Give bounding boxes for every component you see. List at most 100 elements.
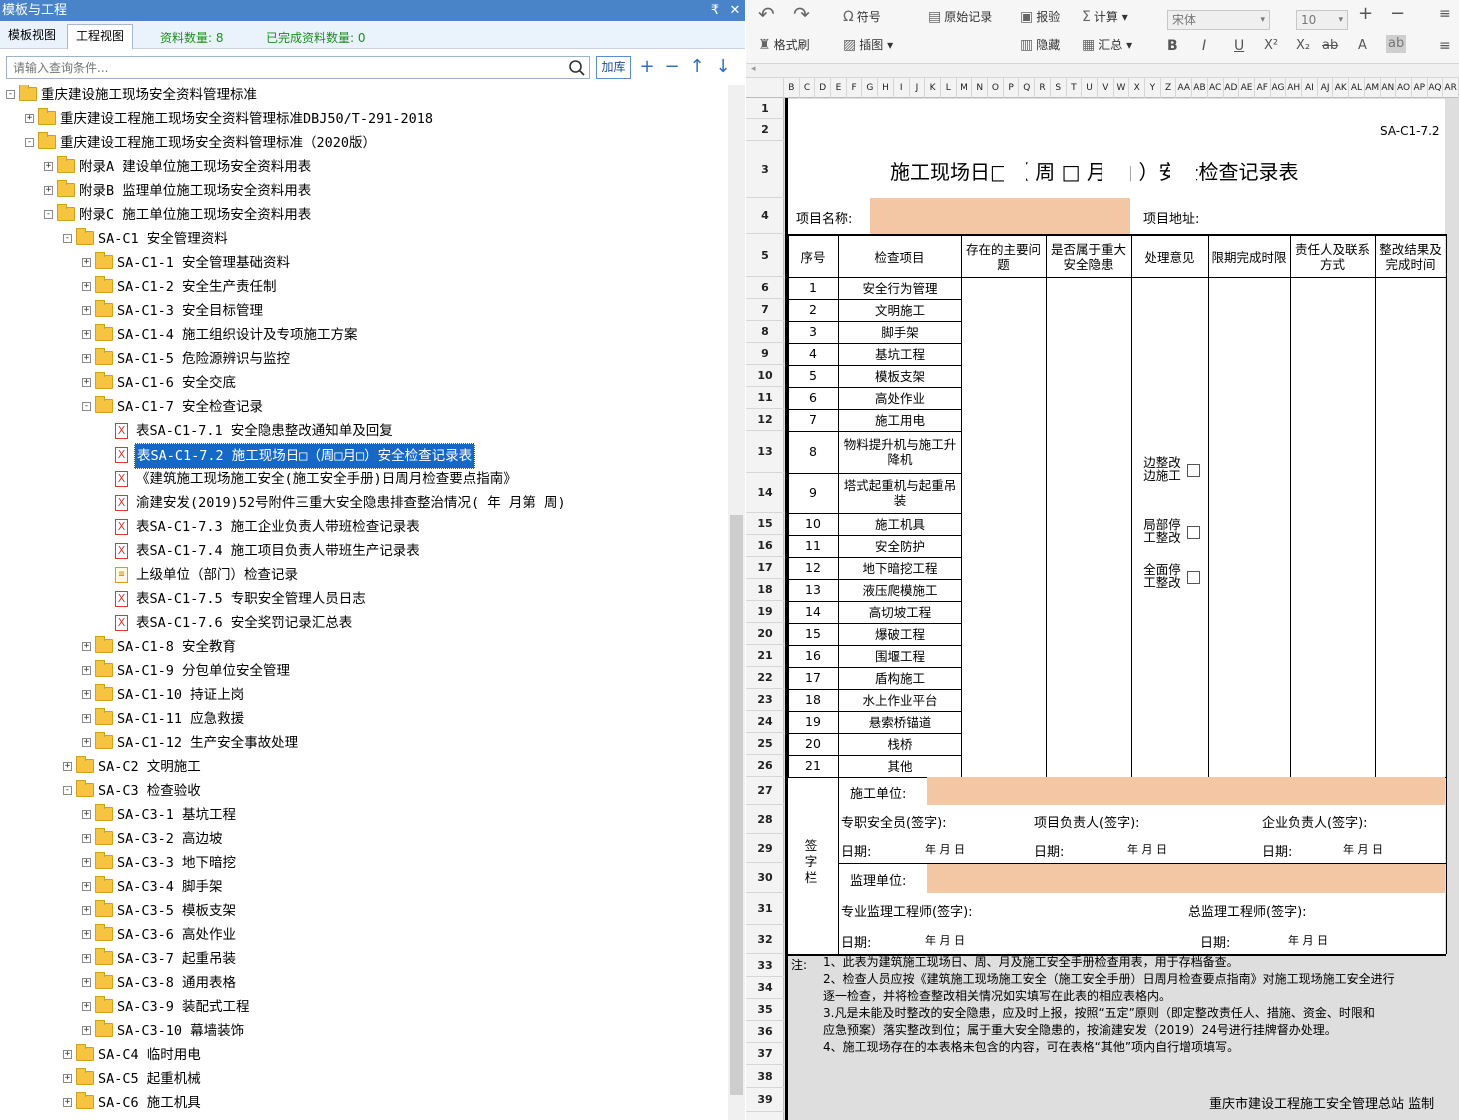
column-header-cell[interactable]: B	[784, 78, 800, 98]
collapse-icon[interactable]: -	[82, 402, 91, 411]
tree-doc-item[interactable]: X 表SA-C1-7.6 安全奖罚记录汇总表	[0, 611, 727, 635]
expand-icon[interactable]: +	[82, 378, 91, 387]
row-header-cell[interactable]: 35	[746, 999, 784, 1021]
row-header-cell[interactable]: 21	[746, 645, 784, 667]
symbol-button[interactable]: Ω 符号	[843, 9, 881, 25]
column-header-cell[interactable]: H	[878, 78, 894, 98]
row-header-cell[interactable]: 13	[746, 431, 784, 473]
tree-folder-item[interactable]: + SA-C4 临时用电	[0, 1043, 727, 1067]
tree-folder-item[interactable]: - SA-C1-7 安全检查记录	[0, 395, 727, 419]
column-header-cell[interactable]: AO	[1396, 78, 1412, 98]
collapse-icon[interactable]: -	[44, 210, 53, 219]
tree-folder-item[interactable]: + SA-C3-5 模板支架	[0, 899, 727, 923]
expand-icon[interactable]: +	[82, 954, 91, 963]
row-header-cell[interactable]: 8	[746, 321, 784, 343]
column-header-cell[interactable]: AH	[1286, 78, 1302, 98]
row-header-cell[interactable]: 31	[746, 893, 784, 925]
column-header-cell[interactable]: F	[847, 78, 863, 98]
column-header-cell[interactable]: V	[1098, 78, 1114, 98]
row-header-cell[interactable]: 19	[746, 601, 784, 623]
row-header-cell[interactable]: 2	[746, 119, 784, 141]
row-header-cell[interactable]: 29	[746, 834, 784, 863]
bold-icon[interactable]: B	[1167, 38, 1178, 54]
tree-folder-item[interactable]: + SA-C3-2 高边坡	[0, 827, 727, 851]
expand-icon[interactable]: +	[63, 1074, 72, 1083]
column-header-cell[interactable]: K	[925, 78, 941, 98]
column-header-cell[interactable]: C	[800, 78, 816, 98]
expand-icon[interactable]: +	[63, 762, 72, 771]
tree-scrollbar[interactable]	[728, 85, 745, 1120]
tree-doc-item[interactable]: X 渝建安发(2019)52号附件三重大安全隐患排查整治情况( 年 月第 周)	[0, 491, 727, 515]
column-header-cell[interactable]: X	[1129, 78, 1146, 98]
row-header-cell[interactable]: 23	[746, 689, 784, 711]
expand-icon[interactable]: +	[82, 1026, 91, 1035]
tree-doc-item[interactable]: X 《建筑施工现场施工安全(施工安全手册)日周月检查要点指南》	[0, 467, 727, 491]
column-header-cell[interactable]: N	[972, 78, 989, 98]
tree-folder-item[interactable]: + SA-C1-5 危险源辨识与监控	[0, 347, 727, 371]
expand-icon[interactable]: +	[44, 162, 53, 171]
decrease-font-icon[interactable]: −	[1390, 5, 1405, 23]
tree-folder-item[interactable]: + SA-C3-1 基坑工程	[0, 803, 727, 827]
column-header-cell[interactable]: G	[862, 78, 879, 98]
expand-icon[interactable]: +	[82, 258, 91, 267]
row-header-cell[interactable]: 3	[746, 141, 784, 198]
column-header-cell[interactable]: AE	[1239, 78, 1255, 98]
tree-folder-item[interactable]: + SA-C1-2 安全生产责任制	[0, 275, 727, 299]
row-header-cell[interactable]: 34	[746, 977, 784, 999]
row-header-cell[interactable]: 10	[746, 365, 784, 387]
expand-icon[interactable]: +	[82, 282, 91, 291]
tree-folder-item[interactable]: + SA-C1-8 安全教育	[0, 635, 727, 659]
column-header-cell[interactable]: U	[1082, 78, 1098, 98]
expand-icon[interactable]: +	[82, 354, 91, 363]
tree-doc-item[interactable]: X 表SA-C1-7.1 安全隐患整改通知单及回复	[0, 419, 727, 443]
column-header-cell[interactable]: AI	[1302, 78, 1318, 98]
add-library-button[interactable]: 加库	[596, 56, 631, 79]
row-header-cell[interactable]: 6	[746, 277, 784, 299]
row-header-cell[interactable]: 28	[746, 805, 784, 834]
tree-folder-item[interactable]: + 附录B 监理单位施工现场安全资料用表	[0, 179, 727, 203]
expand-icon[interactable]: +	[82, 642, 91, 651]
column-header-cell[interactable]: M	[957, 78, 973, 98]
row-header-cell[interactable]: 24	[746, 711, 784, 733]
align-icon[interactable]: ≡	[1439, 6, 1451, 22]
expand-icon[interactable]: +	[82, 306, 91, 315]
column-header-cell[interactable]: AM	[1365, 78, 1381, 98]
row-header-cell[interactable]: 32	[746, 925, 784, 954]
tree-doc-item[interactable]: X 表SA-C1-7.5 专职安全管理人员日志	[0, 587, 727, 611]
close-icon[interactable]: ✕	[726, 0, 744, 21]
tab-project-view[interactable]: 工程视图	[67, 24, 134, 49]
underline-icon[interactable]: U	[1234, 38, 1244, 54]
column-header-cell[interactable]: L	[941, 78, 957, 98]
tree-doc-item[interactable]: ≡ 上级单位（部门）检查记录	[0, 563, 727, 587]
acceptance-button[interactable]: ▣ 报验	[1020, 9, 1060, 25]
row-header-cell[interactable]: 11	[746, 387, 784, 409]
column-header-cell[interactable]: T	[1067, 78, 1083, 98]
tree-folder-item[interactable]: - 重庆建设工程施工现场安全资料管理标准（2020版）	[0, 131, 727, 155]
column-header-cell[interactable]: S	[1051, 78, 1067, 98]
select-all-corner[interactable]	[746, 78, 784, 98]
strikethrough-icon[interactable]: ab	[1322, 38, 1338, 54]
subscript-icon[interactable]: X₂	[1296, 38, 1310, 54]
collapse-icon[interactable]: -	[63, 234, 72, 243]
original-record-button[interactable]: ▤ 原始记录	[928, 9, 992, 25]
tree-folder-item[interactable]: + SA-C1-1 安全管理基础资料	[0, 251, 727, 275]
remove-icon[interactable]: −	[662, 57, 682, 77]
summary-button[interactable]: ▦ 汇总 ▾	[1082, 37, 1132, 53]
row-header-cell[interactable]: 1	[746, 98, 784, 119]
calc-button[interactable]: Σ 计算 ▾	[1082, 9, 1128, 25]
tree-folder-item[interactable]: + SA-C3-4 脚手架	[0, 875, 727, 899]
tree-folder-item[interactable]: + 重庆建设工程施工现场安全资料管理标准DBJ50/T-291-2018	[0, 107, 727, 131]
column-header-cell[interactable]: P	[1004, 78, 1020, 98]
row-header-cell[interactable]: 4	[746, 198, 784, 234]
hide-button[interactable]: ▥ 隐藏	[1020, 37, 1060, 53]
tree-folder-item[interactable]: + SA-C1-6 安全交底	[0, 371, 727, 395]
increase-font-icon[interactable]: +	[1358, 5, 1373, 23]
column-header-cell[interactable]: AB	[1192, 78, 1208, 98]
row-header-cell[interactable]: 38	[746, 1065, 784, 1088]
column-header-cell[interactable]: AD	[1224, 78, 1240, 98]
row-header-cell[interactable]: 22	[746, 667, 784, 689]
collapse-icon[interactable]: -	[6, 90, 15, 99]
column-header-cell[interactable]: AC	[1208, 78, 1224, 98]
row-header-cell[interactable]: 37	[746, 1043, 784, 1065]
tree-folder-item[interactable]: + SA-C1-4 施工组织设计及专项施工方案	[0, 323, 727, 347]
